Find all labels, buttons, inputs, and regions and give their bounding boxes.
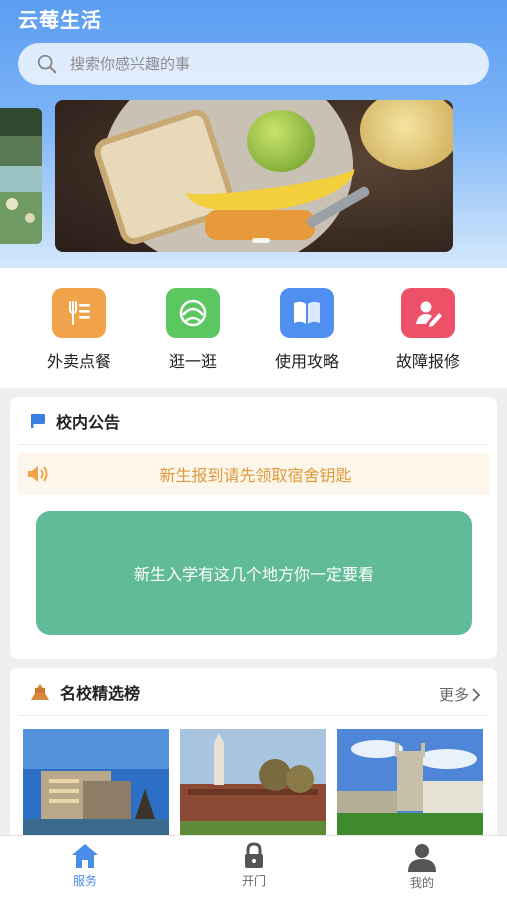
- announcement-title: 校内公告: [56, 412, 121, 432]
- quick-menu: 外卖点餐 逛一逛 使用攻略 故障报修: [0, 268, 507, 388]
- tab-label: 开门: [241, 874, 266, 888]
- browse-icon: [166, 288, 220, 338]
- quick-item-label: 外卖点餐: [46, 352, 111, 371]
- schools-header: 名校精选榜: [18, 668, 489, 716]
- tab-mine[interactable]: 我的: [382, 842, 462, 891]
- quick-item-label: 故障报修: [395, 352, 460, 371]
- banner-lime: [247, 110, 315, 172]
- school-card-3[interactable]: [337, 729, 483, 839]
- speaker-icon: [28, 466, 48, 482]
- carousel-indicator[interactable]: [252, 238, 270, 243]
- home-icon: [72, 844, 98, 868]
- tab-label: 我的: [409, 876, 434, 890]
- quick-item-label: 逛一逛: [168, 352, 217, 371]
- banner-slide-prev[interactable]: [0, 108, 42, 244]
- quick-item-label: 使用攻略: [274, 352, 339, 371]
- app-title: 云莓生活: [18, 8, 102, 32]
- bottom-tab-bar: 服务 开门 我的: [0, 835, 507, 900]
- guide-book-icon: [280, 288, 334, 338]
- featured-article-card[interactable]: 新生入学有这几个地方你一定要看: [36, 511, 472, 635]
- search-icon: [37, 54, 57, 74]
- search-input[interactable]: [70, 55, 470, 73]
- notice-text: 新生报到请先领取宿舍钥匙: [159, 466, 352, 485]
- food-order-icon: [52, 288, 106, 338]
- user-icon: [408, 844, 436, 872]
- banner-carousel[interactable]: [55, 100, 453, 252]
- announcement-card: 校内公告 新生报到请先领取宿舍钥匙 新生入学有这几个地方你一定要看: [10, 397, 497, 659]
- quick-item-guide[interactable]: 使用攻略: [252, 288, 362, 372]
- school-building-icon: [31, 683, 49, 700]
- announcement-flag-icon: [31, 413, 45, 428]
- schools-title: 名校精选榜: [60, 683, 141, 703]
- schools-card: 名校精选榜 更多: [10, 668, 497, 848]
- featured-article-text: 新生入学有这几个地方你一定要看: [133, 565, 374, 584]
- notice-bar[interactable]: 新生报到请先领取宿舍钥匙: [18, 453, 489, 495]
- header: 云莓生活: [0, 0, 507, 268]
- chevron-right-icon: [472, 687, 481, 702]
- repair-report-icon: [401, 288, 455, 338]
- school-card-2[interactable]: [180, 729, 326, 839]
- quick-item-repair[interactable]: 故障报修: [373, 288, 483, 372]
- more-label: 更多: [438, 686, 469, 704]
- tab-label: 服务: [72, 874, 97, 888]
- tab-open-door[interactable]: 开门: [214, 842, 294, 889]
- announcement-header: 校内公告: [18, 397, 489, 445]
- banner-carrots: [205, 210, 315, 240]
- school-card-1[interactable]: [23, 729, 169, 839]
- quick-item-food-order[interactable]: 外卖点餐: [24, 288, 134, 372]
- more-link[interactable]: 更多: [439, 684, 483, 705]
- banner-juice: [360, 100, 453, 170]
- tab-service[interactable]: 服务: [45, 842, 125, 889]
- search-bar[interactable]: [18, 43, 489, 85]
- quick-item-browse[interactable]: 逛一逛: [138, 288, 248, 372]
- lock-icon: [245, 842, 263, 868]
